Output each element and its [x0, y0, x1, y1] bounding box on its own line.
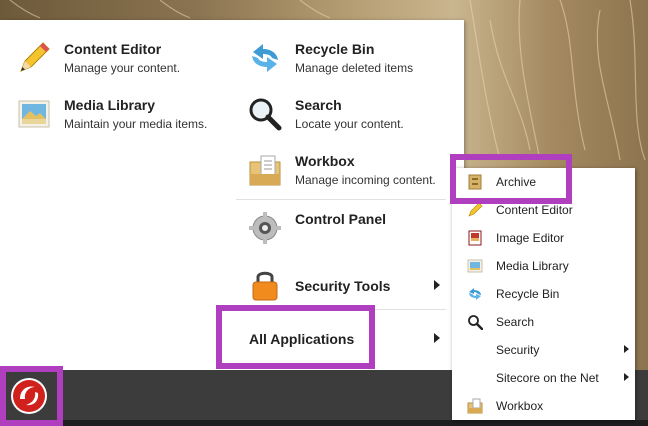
submenu-label: Workbox: [496, 399, 544, 413]
app-title: Search: [295, 97, 342, 113]
media-library-icon: [16, 96, 52, 132]
submenu-item-search[interactable]: Search: [452, 308, 635, 336]
workbox-icon: [247, 152, 283, 188]
chevron-right-icon: [624, 373, 629, 381]
app-media-library[interactable]: Media Library Maintain your media items.: [16, 96, 207, 132]
submenu-item-sitecore-on-the-net[interactable]: Sitecore on the Net: [452, 364, 635, 392]
app-description: Manage your content.: [64, 61, 181, 75]
chevron-right-icon: [624, 345, 629, 353]
recycle-icon: [247, 40, 283, 76]
submenu-item-recycle-bin[interactable]: Recycle Bin: [452, 280, 635, 308]
all-applications-submenu: Archive Content Editor Image Editor Medi…: [452, 168, 635, 420]
gear-icon: [247, 210, 283, 246]
app-title: Content Editor: [64, 41, 162, 57]
app-description: Maintain your media items.: [64, 117, 208, 131]
workbox-icon: [467, 398, 483, 414]
app-description: Manage deleted items: [295, 61, 414, 75]
app-title: Workbox: [295, 153, 355, 169]
submenu-label: Image Editor: [496, 231, 565, 245]
taskbar-edge: [0, 420, 648, 426]
chevron-right-icon: [434, 333, 440, 343]
highlight-start-button: [0, 366, 63, 426]
chevron-right-icon: [434, 280, 440, 290]
pencil-icon: [16, 40, 52, 76]
highlight-archive: [450, 154, 572, 204]
submenu-label: Search: [496, 315, 535, 329]
app-title: Security Tools: [295, 278, 391, 294]
recycle-icon: [467, 286, 483, 302]
search-icon: [467, 314, 484, 331]
app-description: Locate your content.: [295, 117, 404, 131]
submenu-label: Content Editor: [496, 203, 573, 217]
divider: [236, 199, 446, 200]
app-title: Control Panel: [295, 211, 387, 227]
submenu-label: Recycle Bin: [496, 287, 560, 301]
image-editor-icon: [467, 230, 483, 246]
submenu-item-media-library[interactable]: Media Library: [452, 252, 635, 280]
submenu-label: Sitecore on the Net: [496, 371, 599, 385]
pencil-icon: [467, 202, 483, 218]
submenu-label: Media Library: [496, 259, 569, 273]
search-icon: [247, 96, 283, 132]
lock-icon: [247, 266, 283, 302]
media-library-icon: [467, 258, 483, 274]
submenu-item-image-editor[interactable]: Image Editor: [452, 224, 635, 252]
app-recycle-bin[interactable]: Recycle Bin Manage deleted items: [247, 40, 413, 76]
submenu-label: Security: [496, 343, 540, 357]
app-title: Media Library: [64, 97, 156, 113]
submenu-item-security[interactable]: Security: [452, 336, 635, 364]
app-title: Recycle Bin: [295, 41, 375, 57]
app-workbox[interactable]: Workbox Manage incoming content.: [247, 152, 436, 188]
app-security-tools[interactable]: Security Tools: [247, 266, 447, 302]
highlight-all-applications: [216, 305, 375, 369]
app-content-editor[interactable]: Content Editor Manage your content.: [16, 40, 180, 76]
app-search[interactable]: Search Locate your content.: [247, 96, 404, 132]
app-control-panel[interactable]: Control Panel: [247, 210, 386, 246]
submenu-item-workbox[interactable]: Workbox: [452, 392, 635, 420]
app-description: Manage incoming content.: [295, 173, 436, 187]
